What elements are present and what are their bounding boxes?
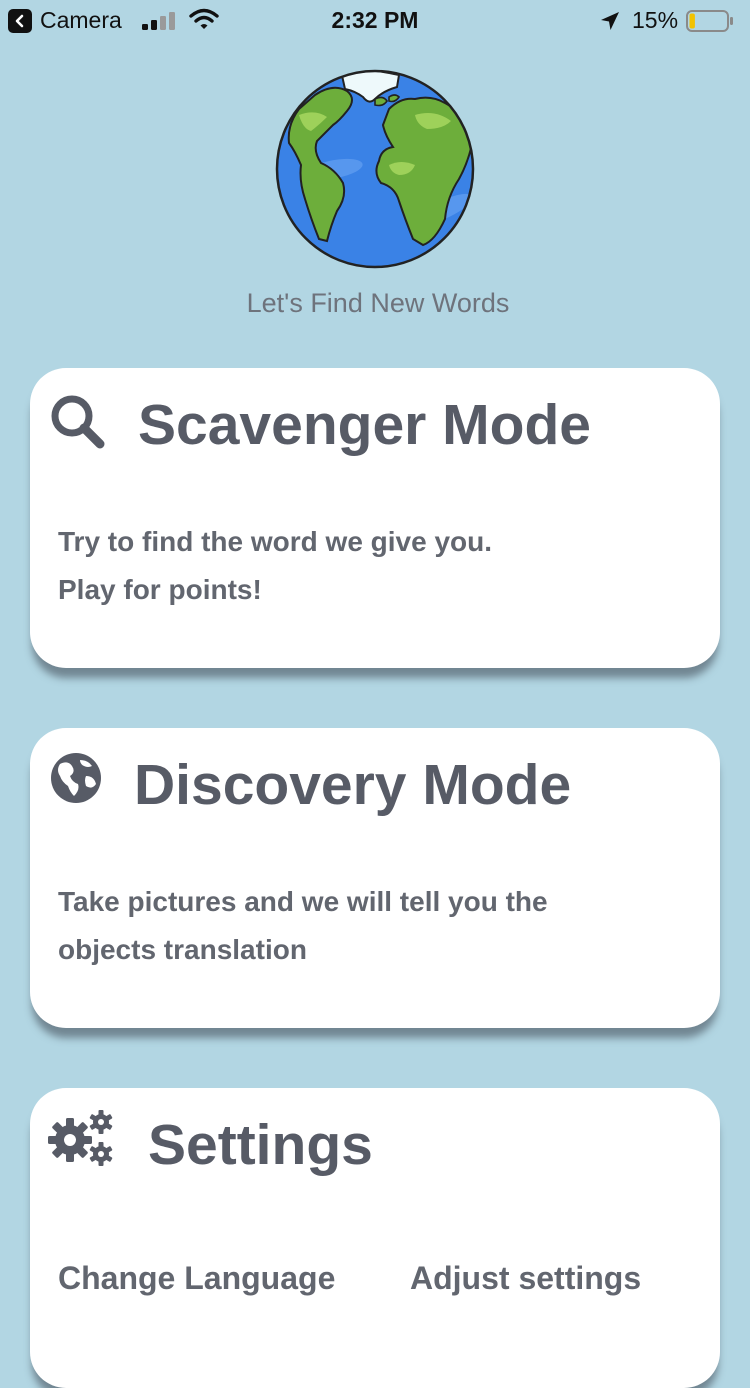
change-language-button[interactable]: Change Language: [58, 1260, 335, 1297]
tagline: Let's Find New Words: [246, 288, 510, 318]
adjust-settings-button[interactable]: Adjust settings: [410, 1260, 641, 1297]
battery-percentage: 15%: [632, 7, 679, 33]
status-bar: Camera 2:32 PM 15%: [0, 0, 750, 40]
globe-icon: [51, 753, 101, 803]
globe-icon: [275, 69, 475, 269]
discovery-desc-line-1: Take pictures and we will tell you the: [58, 886, 548, 917]
scavenger-mode-card[interactable]: Scavenger Mode Try to find the word we g…: [30, 368, 720, 668]
search-icon: [51, 395, 105, 449]
discovery-desc-line-2: objects translation: [58, 934, 307, 965]
discovery-mode-description: Take pictures and we will tell you the o…: [58, 878, 548, 974]
scavenger-mode-description: Try to find the word we give you. Play f…: [58, 518, 492, 614]
scavenger-mode-title: Scavenger Mode: [138, 393, 591, 457]
discovery-mode-title: Discovery Mode: [134, 753, 572, 817]
discovery-mode-card[interactable]: Discovery Mode Take pictures and we will…: [30, 728, 720, 1028]
location-arrow-icon: [601, 12, 619, 30]
settings-title: Settings: [148, 1113, 373, 1177]
scavenger-desc-line-1: Try to find the word we give you.: [58, 526, 493, 557]
gears-icon: [48, 1110, 113, 1166]
settings-card: Settings Change Language Adjust settings: [30, 1088, 720, 1388]
battery-icon: [686, 10, 733, 32]
scavenger-desc-line-2: Play for points!: [58, 574, 262, 605]
